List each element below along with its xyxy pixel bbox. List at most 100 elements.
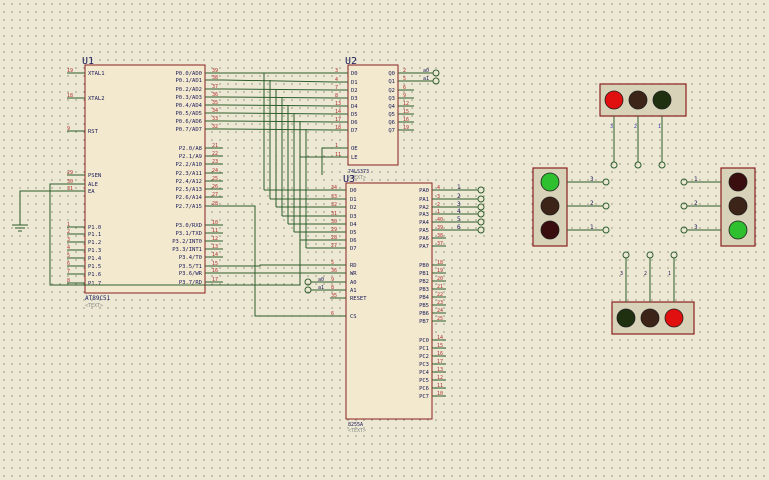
u1-pin-name: P0.2/AD2 xyxy=(176,87,203,93)
u3-pa-net: 1 xyxy=(457,184,461,191)
u3-pa-terminal xyxy=(477,210,485,218)
u3-pin-name: A0 xyxy=(350,280,357,286)
u1-pin-num: 32 xyxy=(212,124,218,130)
ea-wire xyxy=(19,190,67,225)
u2-pin-num: 16 xyxy=(403,117,409,123)
u2-pin-name: D0 xyxy=(351,71,358,77)
u1-pin-name: P0.4/AD4 xyxy=(176,103,203,109)
light-north-pin: 2 xyxy=(634,124,637,130)
u1-pin-num: 27 xyxy=(212,192,218,198)
u3-pin-num: 40 xyxy=(437,217,443,223)
u1-pin-name: P2.7/A15 xyxy=(176,204,203,210)
u1-pin-num: 36 xyxy=(212,92,218,98)
u3-pin-name: PB2 xyxy=(419,279,429,285)
u3-pin-name: PB6 xyxy=(419,311,429,317)
light-east-pin: 1 xyxy=(694,176,698,183)
light-north-lamp xyxy=(628,90,648,110)
light-south-pin: 1 xyxy=(668,271,671,277)
u1-pin-name: P2.3/A11 xyxy=(176,171,203,177)
u3-pin-name: PB7 xyxy=(419,319,429,325)
u3-pin-num: 5 xyxy=(331,260,334,266)
u3-pin-name: A1 xyxy=(350,288,357,294)
u3-a1-terminal xyxy=(304,286,312,294)
u2-pin-name: D4 xyxy=(351,104,358,110)
u1-pin-num: 38 xyxy=(212,75,218,81)
u3-pin-num: 19 xyxy=(437,268,443,274)
u1-pin-num: 19 xyxy=(67,68,73,74)
u3-a0-terminal xyxy=(304,278,312,286)
light-east-terminal xyxy=(680,178,688,186)
u1-pin-num: 34 xyxy=(212,108,218,114)
schematic-canvas[interactable]: U1 AT89C51 <TEXT> 19 XTAL1 18 XTAL2 9 RST 29 PSEN 3… xyxy=(0,0,769,480)
u3-net-a1: a1 xyxy=(318,285,324,291)
u1-pin-name: RST xyxy=(88,129,99,135)
u3-sub: <TEXT> xyxy=(348,428,366,434)
u3-pa-terminal xyxy=(477,203,485,211)
u3-net-a0: a0 xyxy=(318,277,324,283)
u1-pin-num: 25 xyxy=(212,176,218,182)
bus-u1-u2 xyxy=(222,79,335,83)
u3-pin-num: 25 xyxy=(437,316,443,322)
bus-u1-u2 xyxy=(222,128,335,131)
u3-pin-num: 28 xyxy=(331,235,337,241)
u3-pin-num: 12 xyxy=(437,375,443,381)
u3-pin-num: 27 xyxy=(331,243,337,249)
light-west-terminal xyxy=(602,178,610,186)
u3-pin-name: PA6 xyxy=(419,236,429,242)
u2-pin-num: 9 xyxy=(403,93,406,99)
u3-pin-name: WR xyxy=(350,271,357,277)
u3-pin-num: 34 xyxy=(331,185,337,191)
u2-pin-num: 6 xyxy=(403,85,406,91)
u1-pin-name: P2.1/A9 xyxy=(179,154,202,160)
u1-pin-name: P3.5/T1 xyxy=(179,264,202,270)
u1-pin-name: EA xyxy=(88,189,95,195)
u2-net-q1: a1 xyxy=(423,76,429,82)
u3-pin-name: PC3 xyxy=(419,362,429,368)
u3-pin-num: 14 xyxy=(437,335,443,341)
u3-pin-num: 36 xyxy=(331,268,337,274)
u1-pin-name: P3.0/RXD xyxy=(176,223,203,229)
u3-pin-name: D5 xyxy=(350,230,357,236)
u2-pin-name: D6 xyxy=(351,120,358,126)
u2-pin-num: 2 xyxy=(403,68,406,74)
u3-pin-num: 23 xyxy=(437,300,443,306)
light-south-pin: 3 xyxy=(620,271,623,277)
u3-pin-name: D0 xyxy=(350,188,357,194)
u1-pin-name: P0.6/AD6 xyxy=(176,119,203,125)
u1-pin-name: P3.6/WR xyxy=(179,271,203,277)
u1-pin-name: P0.7/AD7 xyxy=(176,127,203,133)
u1-pin-num: 9 xyxy=(67,126,70,132)
u1-pin-num: 37 xyxy=(212,84,218,90)
u2-pin-name: D5 xyxy=(351,112,358,118)
u3-pin-num: 35 xyxy=(331,293,337,299)
u2-pin-num: 1 xyxy=(335,143,338,149)
u3-ref: U3 xyxy=(343,174,355,185)
light-west-lamp xyxy=(540,220,560,240)
u1-pin-name: P2.2/A10 xyxy=(176,162,203,168)
u2-pin-num: 17 xyxy=(335,117,341,123)
u1-pin-name: XTAL2 xyxy=(88,96,105,102)
u1-pin-name: P1.2 xyxy=(88,240,101,246)
u3-pa-terminal xyxy=(477,195,485,203)
u1-pin-num: 21 xyxy=(212,143,218,149)
u2-pin-num: 7 xyxy=(335,85,338,91)
u2-pin-name: Q3 xyxy=(388,96,395,102)
u3-pin-num: 11 xyxy=(437,383,443,389)
u3-pin-name: PA0 xyxy=(419,188,429,194)
u3-pin-name: PC0 xyxy=(419,338,429,344)
u2-net-q0: a0 xyxy=(423,68,429,74)
u1-pin-name: P3.2/INT0 xyxy=(172,239,202,245)
u1-pin-num: 2 xyxy=(67,229,70,235)
light-east-terminal xyxy=(680,226,688,234)
light-north-terminal xyxy=(658,161,666,169)
u3-pin-name: PC2 xyxy=(419,354,429,360)
u3-pin-name: PC4 xyxy=(419,370,430,376)
u1-pin-num: 11 xyxy=(212,228,218,234)
u3-pin-num: 38 xyxy=(437,233,443,239)
u1-pin-num: 5 xyxy=(67,253,70,259)
u1-pin-num: 23 xyxy=(212,159,218,165)
u1-pin-num: 10 xyxy=(212,220,218,226)
u2-pin-num: 11 xyxy=(335,152,341,158)
u3-pin-name: RESET xyxy=(350,296,367,302)
u3-pin-name: PC1 xyxy=(419,346,429,352)
